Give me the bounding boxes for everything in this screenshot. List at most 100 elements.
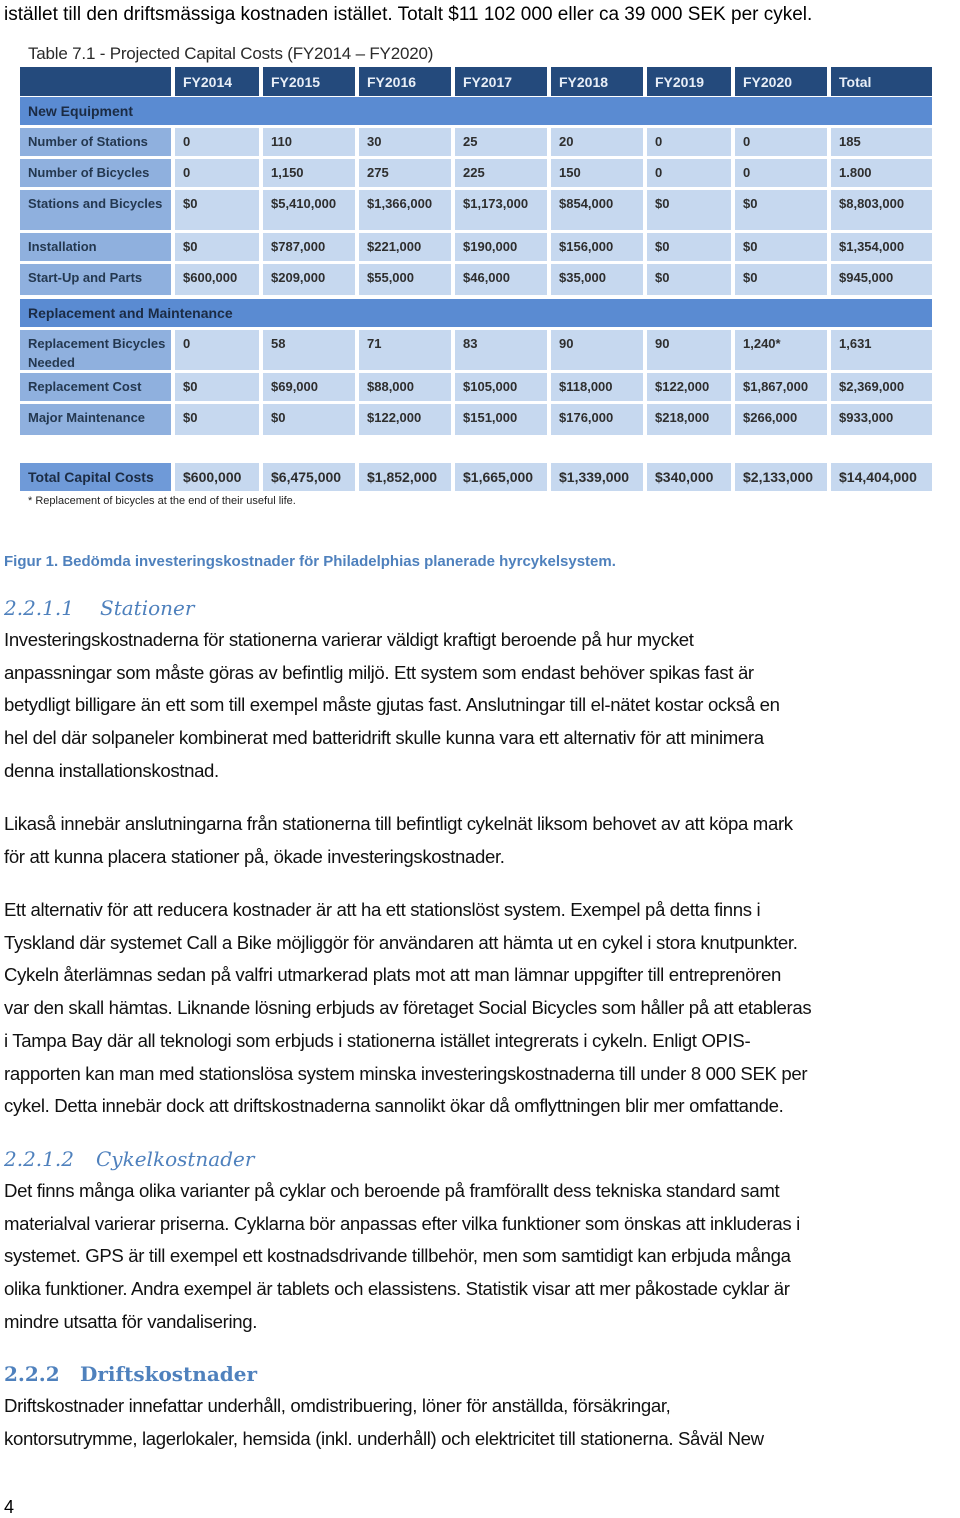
- section-header-row: Replacement and Maintenance: [20, 299, 932, 327]
- column-header: FY2017: [455, 67, 547, 96]
- text-line: Likaså innebär anslutningarna från stati…: [4, 813, 793, 834]
- table-cell: $209,000: [263, 264, 355, 295]
- table-cell: $0: [175, 373, 259, 401]
- table-cell: 58: [263, 330, 355, 370]
- row-label: Major Maintenance: [20, 404, 171, 435]
- table-cell: $0: [735, 190, 827, 230]
- total-label: Total Capital Costs: [20, 463, 171, 491]
- column-header: FY2020: [735, 67, 827, 96]
- paragraph: Likaså innebär anslutningarna från stati…: [4, 808, 960, 873]
- table-cell: 0: [735, 128, 827, 156]
- text-line: Cykeln återlämnas sedan på valfri utmark…: [4, 964, 781, 986]
- total-cell: $6,475,000: [263, 463, 355, 491]
- table-row: Major Maintenance $0 $0 $122,000 $151,000 $17…: [20, 404, 932, 435]
- paragraph: Ett alternativ för att reducera kostnade…: [4, 894, 960, 1123]
- table-cell: 83: [455, 330, 547, 370]
- column-header: FY2015: [263, 67, 355, 96]
- total-cell: $1,665,000: [455, 463, 547, 491]
- text-line: mindre utsatta för vandalisering.: [4, 1310, 258, 1332]
- text-line: Det finns många olika varianter på cykla…: [4, 1180, 780, 1201]
- table-cell: $35,000: [551, 264, 643, 295]
- table-title: Table 7.1 - Projected Capital Costs (FY2…: [28, 44, 434, 63]
- row-label: Installation: [20, 233, 171, 261]
- table-cell: $156,000: [551, 233, 643, 261]
- page-number: 4: [4, 1497, 15, 1517]
- section-number: 2.2.1.2: [4, 1147, 74, 1171]
- section-heading-cykelkostnader: 2.2.1.2 Cykelkostnader: [4, 1147, 254, 1171]
- column-header: FY2018: [551, 67, 643, 96]
- table-cell: $600,000: [175, 264, 259, 295]
- table-cell: $122,000: [647, 373, 731, 401]
- section-heading-driftskostnader: 2.2.2 Driftskostnader: [4, 1362, 257, 1386]
- table-cell: $88,000: [359, 373, 451, 401]
- table-cell: 30: [359, 128, 451, 156]
- table-footnote: * Replacement of bicycles at the end of …: [28, 495, 296, 507]
- table-row: Replacement Bicycles Needed 0 58 71 83 90 90 1,…: [20, 330, 932, 370]
- table-cell: $1,354,000: [831, 233, 932, 261]
- table-cell: 1,240*: [735, 330, 827, 370]
- column-header: FY2016: [359, 67, 451, 96]
- table-cell: 1,150: [263, 159, 355, 187]
- text-line: cykel. Detta innebär dock att driftskost…: [4, 1095, 784, 1117]
- table-row: Stations and Bicycles $0 $5,410,000 $1,366,…: [20, 190, 932, 230]
- table-cell: $933,000: [831, 404, 932, 435]
- column-header: FY2019: [647, 67, 731, 96]
- table-cell: $1,867,000: [735, 373, 827, 401]
- table-cell: 0: [735, 159, 827, 187]
- row-label: Number of Stations: [20, 128, 171, 156]
- table-cell: $0: [735, 233, 827, 261]
- table-cell: 0: [175, 330, 259, 370]
- table-cell: $190,000: [455, 233, 547, 261]
- lead-text-line: istället till den driftsmässiga kostnade…: [4, 4, 813, 25]
- paragraph: Investeringskostnaderna för stationerna …: [4, 624, 960, 788]
- paragraph: Det finns många olika varianter på cykla…: [4, 1175, 960, 1339]
- total-row: Total Capital Costs $600,000 $6,475,000 $1,…: [20, 463, 932, 491]
- row-label: Replacement Bicycles Needed: [20, 330, 171, 370]
- table-cell: $69,000: [263, 373, 355, 401]
- total-cell: $1,852,000: [359, 463, 451, 491]
- table-cell: 150: [551, 159, 643, 187]
- section-heading-stationer: 2.2.1.1 Stationer: [4, 596, 194, 620]
- section-title: Cykelkostnader: [96, 1147, 255, 1171]
- table-cell: $266,000: [735, 404, 827, 435]
- total-cell: $14,404,000: [831, 463, 932, 491]
- table-cell: $176,000: [551, 404, 643, 435]
- table-cell: $0: [175, 233, 259, 261]
- section-title: Driftskostnader: [80, 1362, 258, 1386]
- text-line: Tyskland där systemet Call a Bike möjlig…: [4, 931, 798, 953]
- total-cell: $340,000: [647, 463, 731, 491]
- table-cell: 20: [551, 128, 643, 156]
- text-line: anpassningar som måste göras av befintli…: [4, 661, 754, 683]
- text-line: Driftskostnader innefattar underhåll, om…: [4, 1395, 671, 1416]
- text-line: var den skall hämtas. Liknande lösning e…: [4, 997, 812, 1019]
- table-cell: $854,000: [551, 190, 643, 230]
- table-cell: $0: [647, 264, 731, 295]
- table-row: Replacement Cost $0 $69,000 $88,000 $105,000…: [20, 373, 932, 401]
- table-cell: 1,631: [831, 330, 932, 370]
- table-cell: $945,000: [831, 264, 932, 295]
- table-header-row: FY2014 FY2015 FY2016 FY2017 FY2018 FY2019 FY20…: [20, 67, 932, 96]
- paragraph: Driftskostnader innefattar underhåll, om…: [4, 1390, 960, 1455]
- column-header: FY2014: [175, 67, 259, 96]
- table-cell: $105,000: [455, 373, 547, 401]
- text-line: för att kunna placera stationer på, ökad…: [4, 845, 505, 867]
- table-cell: $1,366,000: [359, 190, 451, 230]
- figure-caption: Figur 1. Bedömda investeringskostnader f…: [4, 553, 616, 570]
- table-cell: 0: [175, 128, 259, 156]
- table-cell: 0: [175, 159, 259, 187]
- table-cell: $218,000: [647, 404, 731, 435]
- header-cell-empty: [20, 67, 171, 96]
- section-number: 2.2.1.1: [4, 596, 74, 620]
- table-cell: $221,000: [359, 233, 451, 261]
- table-cell: 90: [647, 330, 731, 370]
- text-line: denna installationskostnad.: [4, 759, 219, 781]
- table-cell: $1,173,000: [455, 190, 547, 230]
- table-cell: 25: [455, 128, 547, 156]
- table-row: Number of Bicycles 0 1,150 275 225 150 0 0 1.800: [20, 159, 932, 187]
- text-line: materialval varierar priserna. Cyklarna …: [4, 1212, 800, 1234]
- table-cell: 0: [647, 159, 731, 187]
- text-line: olika funktioner. Andra exempel är table…: [4, 1278, 790, 1300]
- section-number: 2.2.2: [4, 1362, 60, 1386]
- text-line: rapporten kan man med stationslösa syste…: [4, 1062, 808, 1084]
- total-cell: $1,339,000: [551, 463, 643, 491]
